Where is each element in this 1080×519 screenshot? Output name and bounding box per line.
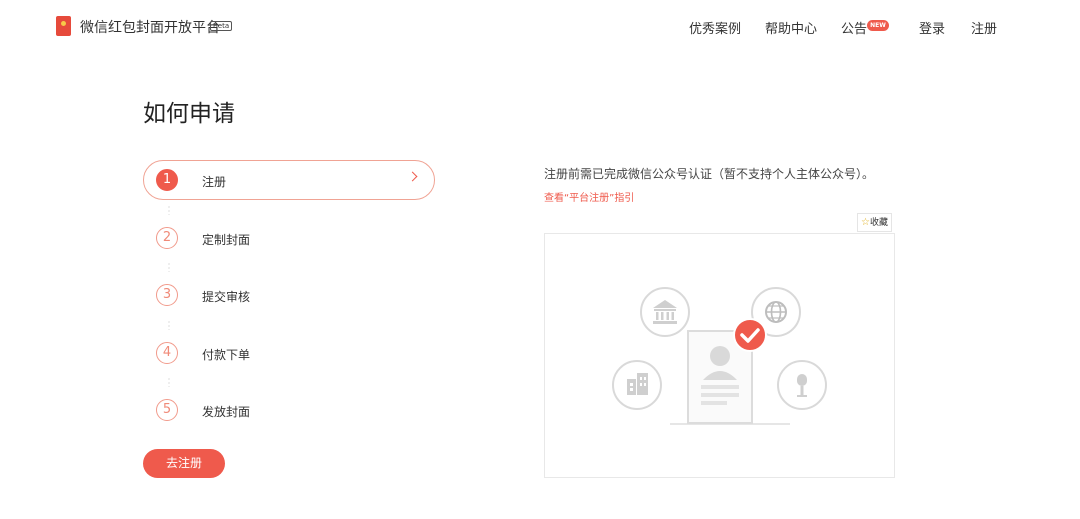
step-label-customize[interactable]: 定制封面 bbox=[202, 231, 250, 248]
microphone-icon bbox=[777, 360, 827, 410]
star-icon: ☆ bbox=[861, 217, 870, 228]
step-connector bbox=[168, 262, 170, 272]
step-label-payment[interactable]: 付款下单 bbox=[202, 346, 250, 363]
step-number-1: 1 bbox=[156, 169, 178, 191]
step-connector bbox=[168, 377, 170, 387]
beta-badge: Beta bbox=[210, 21, 233, 31]
page-title: 如何申请 bbox=[143, 101, 235, 127]
nav-cases[interactable]: 优秀案例 bbox=[689, 18, 741, 37]
verification-illustration-svg bbox=[612, 287, 827, 425]
red-envelope-logo-icon[interactable] bbox=[56, 16, 71, 36]
step-number-2: 2 bbox=[156, 227, 178, 249]
step-connector bbox=[168, 320, 170, 330]
step-number-3: 3 bbox=[156, 284, 178, 306]
step-label-distribute[interactable]: 发放封面 bbox=[202, 403, 250, 420]
favorite-button[interactable]: ☆收藏 bbox=[857, 213, 892, 232]
step-active-highlight[interactable] bbox=[143, 160, 435, 200]
step-number-5: 5 bbox=[156, 399, 178, 421]
nav-login[interactable]: 登录 bbox=[919, 18, 945, 37]
nav-register[interactable]: 注册 bbox=[971, 18, 997, 37]
registration-guide-link[interactable]: 查看“平台注册”指引 bbox=[544, 189, 634, 204]
new-badge: NEW bbox=[867, 20, 889, 31]
office-building-icon bbox=[612, 360, 662, 410]
step-connector bbox=[168, 205, 170, 215]
verification-illustration bbox=[544, 233, 895, 478]
step-number-4: 4 bbox=[156, 342, 178, 364]
go-register-button[interactable]: 去注册 bbox=[143, 449, 225, 478]
brand-title[interactable]: 微信红包封面开放平台 bbox=[80, 17, 220, 37]
step-description: 注册前需已完成微信公众号认证（暂不支持个人主体公众号）。 bbox=[544, 167, 875, 181]
step-label-submit-review[interactable]: 提交审核 bbox=[202, 288, 250, 305]
nav-help-center[interactable]: 帮助中心 bbox=[765, 18, 817, 37]
nav-notice[interactable]: 公告 bbox=[841, 18, 867, 37]
step-label-register[interactable]: 注册 bbox=[202, 173, 226, 190]
favorite-label: 收藏 bbox=[869, 218, 888, 228]
check-badge-icon bbox=[733, 318, 767, 352]
government-building-icon bbox=[640, 287, 690, 337]
top-header: 微信红包封面开放平台 Beta 优秀案例 帮助中心 公告 NEW 登录 注册 bbox=[0, 0, 1080, 52]
